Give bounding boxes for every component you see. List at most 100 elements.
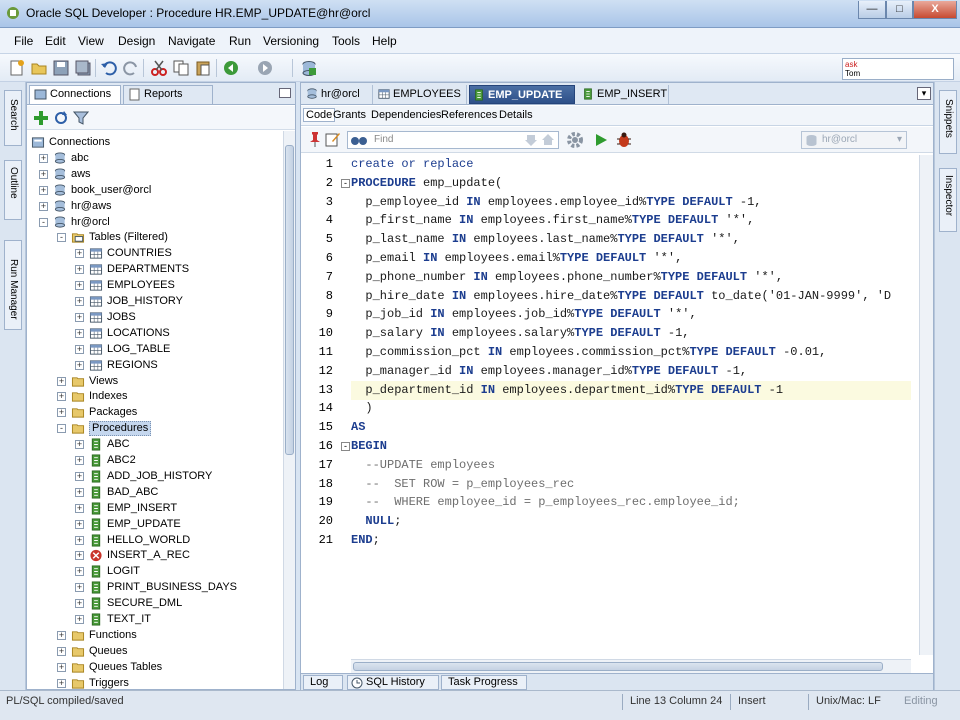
run-manager-side-tab[interactable]: Run Manager xyxy=(4,240,22,330)
editor-horizontal-scrollbar[interactable] xyxy=(351,659,911,673)
tree-node[interactable]: + DEPARTMENTS xyxy=(27,262,277,277)
code-line[interactable]: p_phone_number IN employees.phone_number… xyxy=(351,268,911,287)
save-all-icon[interactable] xyxy=(74,59,92,77)
expand-icon[interactable]: + xyxy=(57,646,66,656)
ask-tom-widget[interactable]: ask Tom xyxy=(842,58,954,80)
save-icon[interactable] xyxy=(52,59,70,77)
menu-edit[interactable]: Edit xyxy=(45,34,66,48)
debug-bug-icon[interactable] xyxy=(615,131,633,149)
redo-icon[interactable] xyxy=(122,59,140,77)
subtab-dependencies[interactable]: Dependencies xyxy=(371,109,441,121)
code-line[interactable]: PROCEDURE emp_update( xyxy=(351,174,911,193)
expand-icon[interactable]: + xyxy=(57,376,66,386)
expand-icon[interactable]: + xyxy=(75,487,84,497)
subtab-details[interactable]: Details xyxy=(499,109,533,121)
tree-node[interactable]: + COUNTRIES xyxy=(27,246,277,261)
tree-node[interactable]: + Queues xyxy=(27,644,277,659)
connection-select[interactable]: hr@orcl ▾ xyxy=(801,131,907,149)
expand-icon[interactable]: + xyxy=(57,392,66,402)
expand-icon[interactable]: + xyxy=(75,440,84,450)
code-line[interactable]: p_email IN employees.email%TYPE DEFAULT … xyxy=(351,249,911,268)
minimize-panel-icon[interactable] xyxy=(279,88,291,98)
tree-node[interactable]: + EMP_INSERT xyxy=(27,501,277,516)
menu-file[interactable]: File xyxy=(14,34,33,48)
menu-help[interactable]: Help xyxy=(372,34,397,48)
expand-icon[interactable]: + xyxy=(57,662,66,672)
code-line[interactable]: BEGIN xyxy=(351,437,911,456)
paste-icon[interactable] xyxy=(194,59,212,77)
tree-node[interactable]: + BAD_ABC xyxy=(27,485,277,500)
tree-node[interactable]: + INSERT_A_REC xyxy=(27,548,277,563)
code-line[interactable]: ) xyxy=(351,399,911,418)
snippets-side-tab[interactable]: Snippets xyxy=(939,90,957,154)
editor-horizontal-thumb[interactable] xyxy=(353,662,883,671)
tree-node[interactable]: - Tables (Filtered) xyxy=(27,230,277,245)
code-line[interactable]: p_department_id IN employees.department_… xyxy=(351,380,911,400)
expand-icon[interactable]: + xyxy=(75,471,84,481)
inspector-side-tab[interactable]: Inspector xyxy=(939,168,957,232)
code-line[interactable]: p_first_name IN employees.first_name%TYP… xyxy=(351,211,911,230)
tree-node[interactable]: + EMPLOYEES xyxy=(27,278,277,293)
tree-node[interactable]: + book_user@orcl xyxy=(27,183,277,198)
expand-icon[interactable]: + xyxy=(75,599,84,609)
tree-node[interactable]: - Procedures xyxy=(27,421,277,437)
tree-node[interactable]: + Triggers xyxy=(27,676,277,689)
expand-icon[interactable]: + xyxy=(75,456,84,465)
menu-design[interactable]: Design xyxy=(118,34,155,48)
code-line[interactable]: p_job_id IN employees.job_id%TYPE DEFAUL… xyxy=(351,305,911,324)
subtab-code[interactable]: Code xyxy=(303,108,336,122)
code-line[interactable]: p_commission_pct IN employees.commission… xyxy=(351,343,911,362)
add-connection-icon[interactable] xyxy=(33,110,49,126)
expand-icon[interactable]: + xyxy=(75,328,84,338)
outline-side-tab[interactable]: Outline xyxy=(4,160,22,220)
tab-log[interactable]: Log xyxy=(303,675,343,690)
minimize-button[interactable]: — xyxy=(858,1,886,19)
expand-icon[interactable]: + xyxy=(75,360,84,370)
tab-list-dropdown-icon[interactable]: ▾ xyxy=(917,87,931,100)
tree-node[interactable]: Connections xyxy=(27,135,277,150)
tree-node[interactable]: + Packages xyxy=(27,405,277,420)
expand-icon[interactable]: + xyxy=(39,169,48,179)
expand-icon[interactable]: + xyxy=(75,297,84,306)
edit-icon[interactable] xyxy=(325,131,341,147)
code-line[interactable]: AS xyxy=(351,418,911,437)
tree-node[interactable]: + LOCATIONS xyxy=(27,326,277,341)
expand-icon[interactable]: + xyxy=(75,583,84,593)
tree-node[interactable]: + JOBS xyxy=(27,310,277,325)
menu-run[interactable]: Run xyxy=(229,34,251,48)
expand-icon[interactable]: + xyxy=(75,535,84,545)
code-line[interactable]: p_salary IN employees.salary%TYPE DEFAUL… xyxy=(351,324,911,343)
find-previous-icon[interactable] xyxy=(541,133,555,147)
tree-node[interactable]: + LOG_TABLE xyxy=(27,342,277,357)
navigator-scroll-thumb[interactable] xyxy=(285,145,294,455)
tree-node[interactable]: + Views xyxy=(27,374,277,389)
code-line[interactable]: NULL; xyxy=(351,512,911,531)
tree-node[interactable]: + Indexes xyxy=(27,389,277,404)
menu-tools[interactable]: Tools xyxy=(332,34,360,48)
code-line[interactable]: create or replace xyxy=(351,155,911,174)
tree-node[interactable]: + ADD_JOB_HISTORY xyxy=(27,469,277,484)
fold-collapse-icon[interactable]: - xyxy=(341,178,350,188)
close-button[interactable]: X xyxy=(913,1,957,19)
expand-icon[interactable]: + xyxy=(75,551,84,561)
tree-node[interactable]: + REGIONS xyxy=(27,358,277,373)
new-icon[interactable] xyxy=(8,59,26,77)
gear-icon[interactable] xyxy=(565,130,585,150)
editor-tab[interactable]: EMP_INSERT xyxy=(579,85,669,104)
menu-navigate[interactable]: Navigate xyxy=(168,34,215,48)
search-side-tab[interactable]: Search xyxy=(4,90,22,146)
expand-icon[interactable]: + xyxy=(75,519,84,529)
find-input[interactable]: Find xyxy=(347,131,559,149)
tree-node[interactable]: + ABC2 xyxy=(27,453,277,468)
expand-icon[interactable]: + xyxy=(57,678,66,688)
fold-collapse-icon[interactable]: - xyxy=(341,442,350,451)
editor-tab[interactable]: EMPLOYEES xyxy=(375,85,467,104)
tab-sql-history[interactable]: SQL History xyxy=(347,675,439,690)
tree-node[interactable]: + TEXT_IT xyxy=(27,612,277,627)
code-line[interactable]: -- WHERE employee_id = p_employees_rec.e… xyxy=(351,493,911,512)
tree-node[interactable]: + HELLO_WORLD xyxy=(27,533,277,548)
editor-tab[interactable]: EMP_UPDATE xyxy=(469,85,575,104)
expand-icon[interactable]: + xyxy=(57,630,66,640)
expand-icon[interactable]: + xyxy=(75,567,84,577)
expand-icon[interactable]: + xyxy=(75,249,84,259)
